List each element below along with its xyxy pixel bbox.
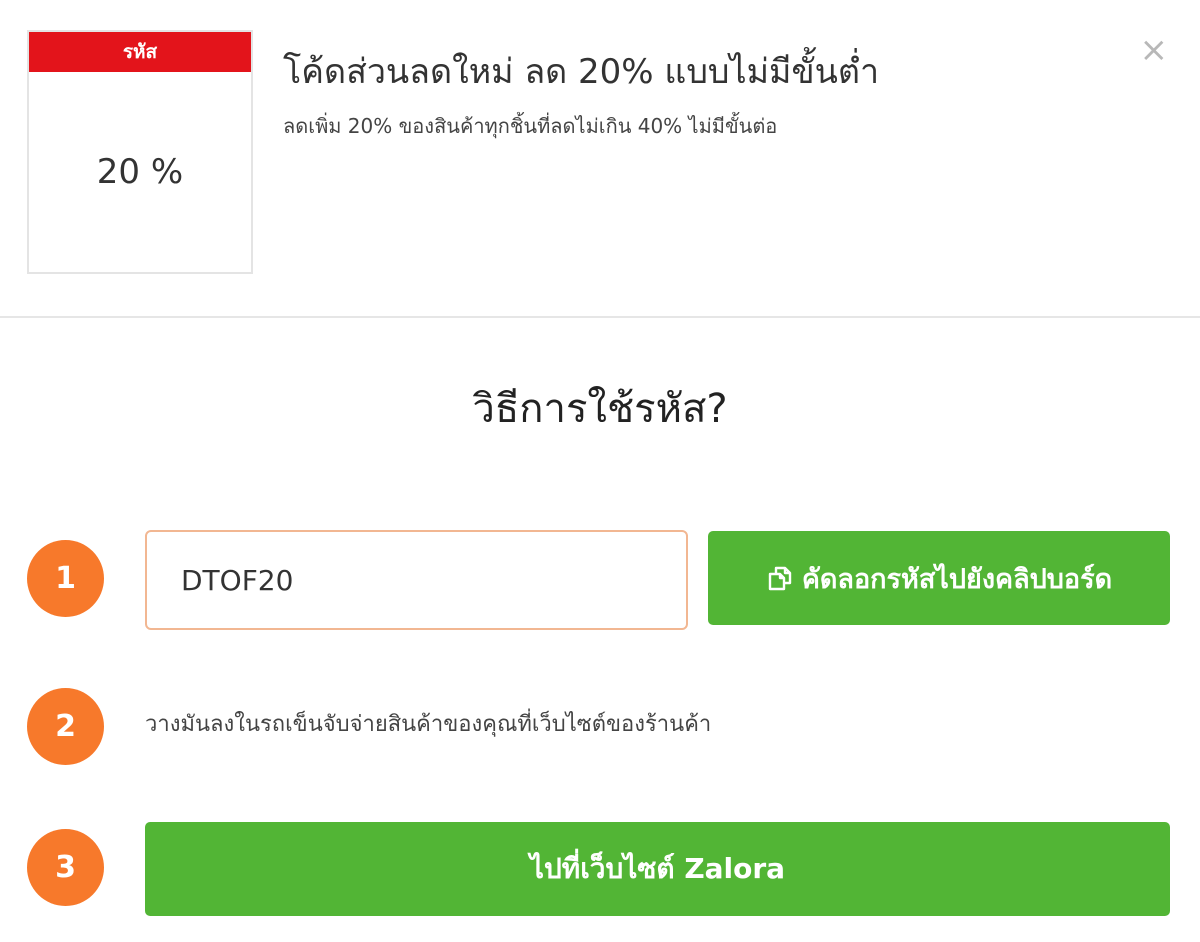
- coupon-header: รหัส 20 % โค้ดส่วนลดใหม่ ลด 20% แบบไม่มี…: [0, 0, 1200, 318]
- step-2-number: 2: [27, 688, 104, 765]
- step-1-number: 1: [27, 540, 104, 617]
- step-3-number: 3: [27, 829, 104, 906]
- badge-label: รหัส: [29, 32, 251, 72]
- go-to-store-button[interactable]: ไปที่เว็บไซต์ Zalora: [145, 822, 1170, 916]
- howto-title: วิธีการใช้รหัส?: [472, 386, 728, 432]
- coupon-modal: รหัส 20 % โค้ดส่วนลดใหม่ ลด 20% แบบไม่มี…: [0, 0, 1200, 942]
- copy-button-label: คัดลอกรหัสไปยังคลิปบอร์ด: [801, 563, 1113, 595]
- offer-description: ลดเพิ่ม 20% ของสินค้าทุกชิ้นที่ลดไม่เกิน…: [283, 114, 778, 138]
- coupon-badge: รหัส 20 %: [27, 30, 253, 274]
- badge-value: 20 %: [96, 152, 184, 192]
- go-button-label: ไปที่เว็บไซต์ Zalora: [529, 852, 786, 885]
- close-icon[interactable]: ×: [1140, 30, 1169, 70]
- step-2-instruction: วางมันลงในรถเข็นจับจ่ายสินค้าของคุณที่เว…: [145, 712, 712, 737]
- offer-title: โค้ดส่วนลดใหม่ ลด 20% แบบไม่มีขั้นต่ำ: [283, 52, 880, 92]
- coupon-code-field[interactable]: DTOF20: [145, 530, 688, 630]
- copy-code-button[interactable]: คัดลอกรหัสไปยังคลิปบอร์ด: [708, 531, 1170, 625]
- copy-icon: [766, 564, 794, 592]
